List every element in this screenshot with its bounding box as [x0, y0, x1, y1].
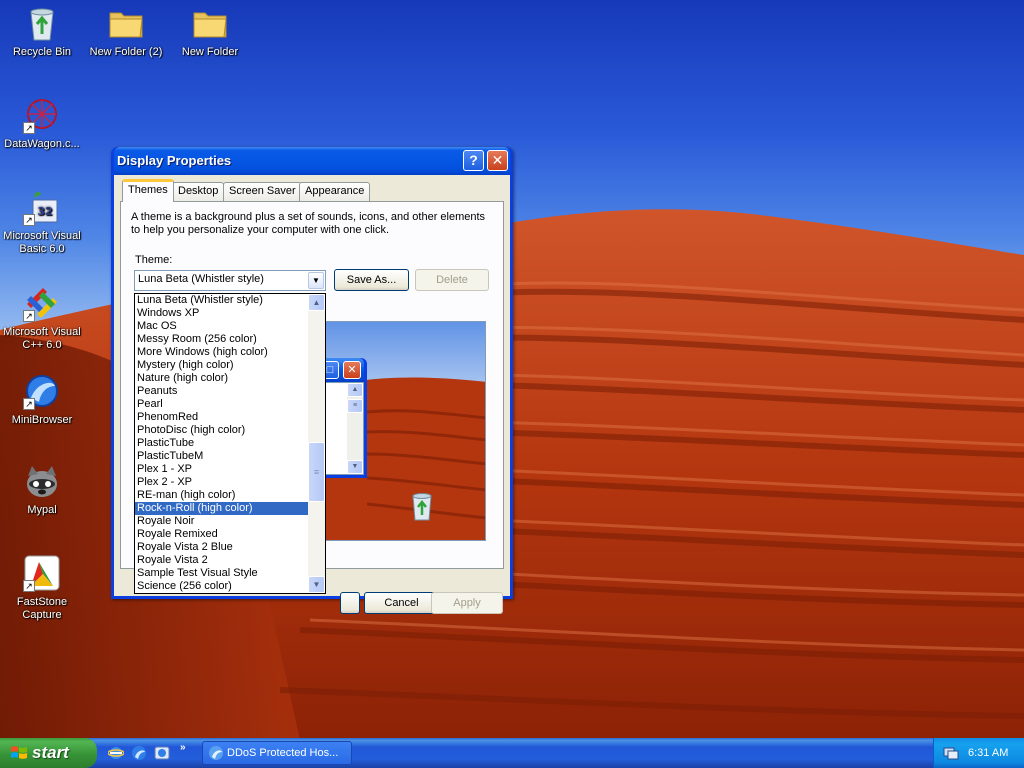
- desktop-icon-visual-cpp[interactable]: ↗ Microsoft Visual C++ 6.0: [0, 284, 84, 352]
- theme-list-scrollbar[interactable]: ▲ ≡ ▼: [308, 294, 325, 593]
- theme-list-item[interactable]: More Windows (high color): [135, 346, 325, 359]
- window-title: Display Properties: [117, 153, 232, 168]
- desktop-icon-datawagon[interactable]: ↗ DataWagon.c...: [0, 96, 84, 151]
- theme-list-item[interactable]: Royale Vista 2 Blue: [135, 541, 325, 554]
- desktop-icon-faststone-capture[interactable]: ↗ FastStone Capture: [0, 554, 84, 622]
- theme-list-item[interactable]: Plex 2 - XP: [135, 476, 325, 489]
- themes-description: A theme is a background plus a set of so…: [131, 211, 486, 236]
- minibrowser-icon[interactable]: [131, 745, 147, 761]
- theme-list-item[interactable]: Mystery (high color): [135, 359, 325, 372]
- help-button[interactable]: ?: [463, 150, 484, 171]
- theme-list-item[interactable]: Sample Test Visual Style: [135, 567, 325, 580]
- start-button[interactable]: start: [0, 738, 97, 768]
- theme-list-item[interactable]: PhotoDisc (high color): [135, 424, 325, 437]
- folder-icon: [109, 12, 143, 38]
- tab-themes[interactable]: Themes: [122, 179, 174, 202]
- desktop-icon-visual-basic[interactable]: 32 ↗ Microsoft Visual Basic 6.0: [0, 188, 84, 256]
- start-label: start: [32, 743, 69, 762]
- theme-label: Theme:: [135, 254, 173, 266]
- tab-appearance[interactable]: Appearance: [299, 182, 371, 201]
- theme-list-item[interactable]: Windows XP: [135, 307, 325, 320]
- apply-button[interactable]: Apply: [431, 592, 503, 614]
- theme-list-item[interactable]: Pearl: [135, 398, 325, 411]
- theme-list-item[interactable]: RE-man (high color): [135, 489, 325, 502]
- taskbar-item-ddos-protected[interactable]: DDoS Protected Hos...: [202, 741, 352, 765]
- cancel-button[interactable]: Cancel: [364, 592, 439, 614]
- theme-list-item[interactable]: Science (256 color): [135, 580, 325, 593]
- theme-list-item[interactable]: Royale Noir: [135, 515, 325, 528]
- theme-list-item[interactable]: Peanuts: [135, 385, 325, 398]
- save-as-button[interactable]: Save As...: [334, 269, 409, 291]
- tab-desktop[interactable]: Desktop: [172, 182, 225, 201]
- desktop-icon-mypal[interactable]: Mypal: [0, 462, 84, 517]
- browser-icon[interactable]: [154, 745, 170, 761]
- taskbar: start » DDoS Protected Hos... 6:31 AM: [0, 738, 1024, 768]
- theme-list-item[interactable]: Royale Remixed: [135, 528, 325, 541]
- theme-preview: □ ✕ ▲ ≡ ▼: [306, 321, 486, 541]
- folder-icon: [193, 12, 227, 38]
- tab-screen-saver[interactable]: Screen Saver: [223, 182, 302, 201]
- theme-list-items: Luna Beta (Whistler style) Windows XP Mac …: [135, 294, 325, 593]
- theme-list-item[interactable]: Royale Vista 2: [135, 554, 325, 567]
- theme-select-value: Luna Beta (Whistler style): [138, 273, 264, 285]
- svg-text:32: 32: [37, 205, 52, 218]
- desktop-icon-new-folder-2[interactable]: New Folder (2): [84, 4, 168, 59]
- theme-list-item[interactable]: Luna Beta (Whistler style): [135, 294, 325, 307]
- theme-list-item[interactable]: PhenomRed: [135, 411, 325, 424]
- clock[interactable]: 6:31 AM: [968, 738, 1008, 768]
- mypal-icon: [27, 466, 57, 497]
- desktop-icon-minibrowser[interactable]: ↗ MiniBrowser: [0, 372, 84, 427]
- windows-logo-icon: [11, 746, 27, 759]
- chevron-down-icon[interactable]: ▼: [308, 272, 324, 289]
- theme-list-item[interactable]: Nature (high color): [135, 372, 325, 385]
- scroll-thumb-icon: ≡: [347, 399, 363, 413]
- taskbar-item-label: DDoS Protected Hos...: [227, 747, 339, 759]
- scroll-thumb[interactable]: ≡: [308, 442, 325, 502]
- close-button[interactable]: ✕: [487, 150, 508, 171]
- theme-list-item[interactable]: Rock-n-Roll (high color): [135, 502, 325, 515]
- close-icon: ✕: [343, 361, 361, 379]
- window-titlebar[interactable]: Display Properties ? ✕: [114, 147, 510, 175]
- chevron-up-icon: ▲: [347, 383, 363, 397]
- theme-list-item[interactable]: PlasticTubeM: [135, 450, 325, 463]
- chevron-down-icon: ▼: [347, 460, 363, 474]
- theme-list-item[interactable]: PlasticTube: [135, 437, 325, 450]
- recycle-bin-icon: [412, 493, 432, 521]
- theme-list-item[interactable]: Messy Room (256 color): [135, 333, 325, 346]
- network-icon[interactable]: [943, 745, 959, 761]
- desktop-icon-recycle-bin[interactable]: Recycle Bin: [0, 4, 84, 59]
- chevron-down-icon[interactable]: ▼: [308, 576, 325, 593]
- theme-list-item[interactable]: Plex 1 - XP: [135, 463, 325, 476]
- recycle-bin-icon: [30, 8, 54, 41]
- ok-button[interactable]: [340, 592, 360, 614]
- chevron-up-icon[interactable]: ▲: [308, 294, 325, 311]
- theme-select[interactable]: Luna Beta (Whistler style) ▼: [134, 270, 326, 291]
- theme-dropdown-list[interactable]: Luna Beta (Whistler style) Windows XP Mac …: [134, 293, 326, 594]
- theme-list-item[interactable]: Mac OS: [135, 320, 325, 333]
- delete-button[interactable]: Delete: [415, 269, 489, 291]
- internet-explorer-icon[interactable]: [108, 745, 124, 761]
- desktop-icon-new-folder[interactable]: New Folder: [168, 4, 252, 59]
- preview-sample-scrollbar: ▲ ≡ ▼: [347, 383, 363, 474]
- system-tray: 6:31 AM: [933, 738, 1024, 768]
- quicklaunch-chevron[interactable]: »: [180, 742, 186, 753]
- minibrowser-icon: [209, 746, 223, 760]
